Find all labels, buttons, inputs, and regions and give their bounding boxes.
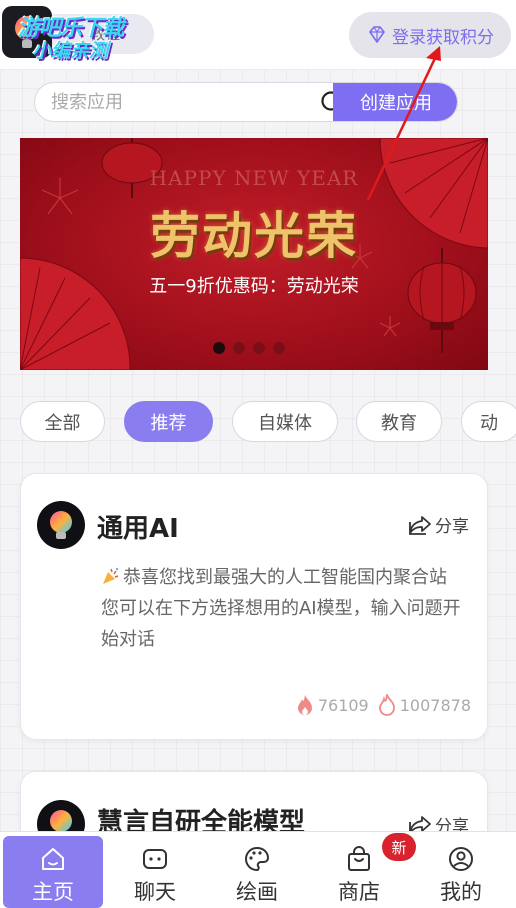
nav-item-chat[interactable]: 聊天 bbox=[105, 836, 205, 908]
app-header: 教程 游吧乐下载 小编亲测 登录获取积分 bbox=[0, 0, 516, 70]
app-card[interactable]: 通用AI 分享 恭喜您找到最强大的人工智能国内聚合站 您可以在下方选择想用的AI… bbox=[20, 473, 488, 740]
nav-item-profile[interactable]: 我的 bbox=[411, 836, 511, 908]
banner-subtitle: 五一9折优惠码：劳动光荣 bbox=[149, 276, 359, 297]
app-card-stats: 76109 1007878 bbox=[295, 694, 471, 716]
fire-count: 1007878 bbox=[399, 695, 471, 715]
category-tab-recommended[interactable]: 推荐 bbox=[124, 401, 213, 442]
chat-icon bbox=[143, 849, 167, 869]
profile-icon bbox=[449, 847, 473, 871]
category-tab-more[interactable]: 动 bbox=[461, 401, 516, 442]
nav-label-draw: 绘画 bbox=[236, 880, 278, 904]
shop-bag-icon bbox=[348, 846, 370, 871]
category-tabs: 全部 推荐 自媒体 教育 动 bbox=[20, 401, 516, 443]
app-card-title: 通用AI bbox=[97, 514, 179, 544]
login-points-button[interactable]: 登录获取积分 bbox=[349, 12, 511, 58]
share-button[interactable]: 分享 bbox=[407, 512, 469, 537]
nav-label-home: 主页 bbox=[32, 880, 74, 904]
share-icon bbox=[409, 515, 431, 535]
palette-icon bbox=[245, 846, 270, 872]
bottom-nav: 主页 聊天 绘画 商店 我的 bbox=[0, 831, 516, 908]
share-label: 分享 bbox=[435, 517, 469, 537]
new-badge: 新 bbox=[382, 833, 416, 861]
carousel-dot[interactable] bbox=[213, 342, 225, 354]
hot-stat: 76109 bbox=[295, 694, 369, 716]
party-popper-icon bbox=[103, 567, 119, 584]
category-tab-education[interactable]: 教育 bbox=[356, 401, 442, 442]
carousel-indicator[interactable] bbox=[213, 342, 285, 354]
fire-stat: 1007878 bbox=[377, 694, 471, 716]
search-input[interactable] bbox=[35, 83, 335, 121]
nav-label-shop: 商店 bbox=[338, 880, 380, 904]
banner-title: 劳动光荣 bbox=[150, 207, 358, 265]
app-card-description: 恭喜您找到最强大的人工智能国内聚合站 您可以在下方选择想用的AI模型，输入问题开… bbox=[101, 562, 461, 655]
create-app-button[interactable]: 创建应用 bbox=[333, 83, 457, 121]
flame-outline-icon bbox=[378, 694, 395, 716]
flame-filled-icon bbox=[297, 695, 312, 715]
search-bar: 创建应用 bbox=[34, 82, 458, 122]
promo-banner[interactable]: HAPPY NEW YEAR 劳动光荣 五一9折优惠码：劳动光荣 bbox=[20, 138, 488, 370]
diamond-icon bbox=[369, 26, 385, 43]
nav-label-profile: 我的 bbox=[440, 880, 482, 904]
carousel-dot[interactable] bbox=[273, 342, 285, 354]
app-card-description-text: 恭喜您找到最强大的人工智能国内聚合站 您可以在下方选择想用的AI模型，输入问题开… bbox=[101, 567, 461, 650]
lightbulb-avatar-icon bbox=[50, 511, 72, 539]
nav-label-chat: 聊天 bbox=[134, 880, 176, 904]
nav-item-home[interactable]: 主页 bbox=[3, 836, 103, 908]
carousel-dot[interactable] bbox=[233, 342, 245, 354]
carousel-dot[interactable] bbox=[253, 342, 265, 354]
category-tab-all[interactable]: 全部 bbox=[20, 401, 105, 442]
app-avatar bbox=[37, 501, 85, 549]
login-points-label: 登录获取积分 bbox=[392, 27, 494, 48]
watermark-subtext: 小编亲测 bbox=[32, 40, 109, 62]
hot-count: 76109 bbox=[317, 695, 369, 715]
home-icon bbox=[42, 848, 64, 870]
category-tab-self-media[interactable]: 自媒体 bbox=[232, 401, 338, 442]
banner-eyebrow: HAPPY NEW YEAR bbox=[149, 166, 359, 190]
nav-item-draw[interactable]: 绘画 bbox=[207, 836, 307, 908]
